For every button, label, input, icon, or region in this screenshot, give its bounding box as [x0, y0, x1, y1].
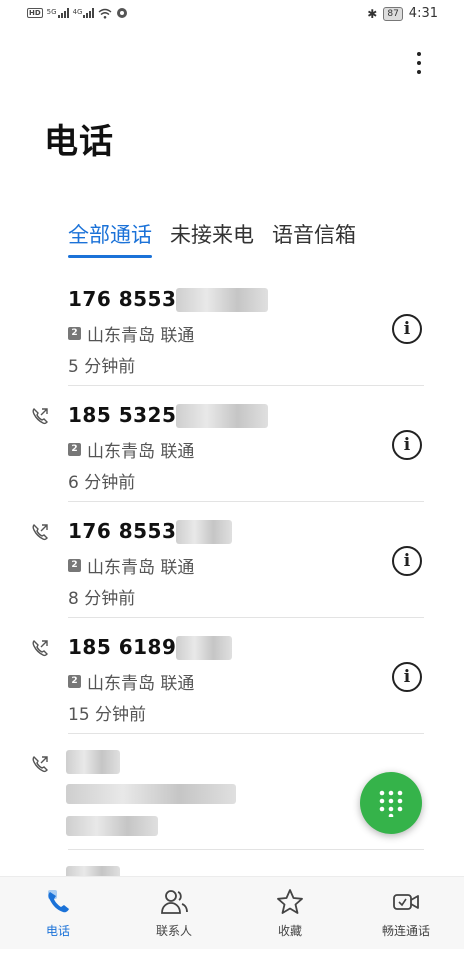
tab-missed-calls[interactable]: 未接来电 — [170, 219, 254, 258]
tab-bar: 全部通话 未接来电 语音信箱 — [68, 219, 356, 258]
location-text: 山东青岛 联通 — [87, 326, 195, 346]
call-time: 5 分钟前 — [68, 357, 136, 377]
phone-icon — [48, 890, 69, 913]
redacted-location — [66, 784, 236, 804]
outgoing-call-icon — [32, 524, 48, 541]
contacts-icon — [161, 890, 188, 914]
sim-card-icon: 2 — [68, 559, 81, 572]
status-bar: HD 5G 4G ✱ 87 4:31 — [0, 0, 464, 30]
sim-card-icon: 2 — [68, 675, 81, 688]
page-title: 电话 — [44, 122, 114, 162]
signal-5g-icon: 5G — [47, 8, 69, 18]
phone-number: 176 8553 — [68, 287, 177, 311]
location-text: 山东青岛 联通 — [87, 558, 195, 578]
info-icon[interactable]: i — [392, 662, 422, 692]
hd-icon: HD — [27, 8, 43, 18]
call-log-row[interactable]: 176 8553 2 山东青岛 联通 8 分钟前 i — [0, 502, 464, 618]
call-log-list: 176 8553 2 山东青岛 联通 5 分钟前 i 185 5325 2 山东… — [0, 270, 464, 966]
nav-phone[interactable]: 电话 — [0, 877, 116, 949]
bottom-navigation: 电话 联系人 收藏 畅连通话 — [0, 876, 464, 949]
star-icon — [277, 889, 303, 914]
call-log-row[interactable]: 185 5325 2 山东青岛 联通 6 分钟前 i — [0, 386, 464, 502]
video-call-icon — [393, 894, 419, 910]
wifi-icon — [99, 8, 112, 19]
tab-voicemail[interactable]: 语音信箱 — [272, 219, 356, 258]
status-time: 4:31 — [408, 6, 438, 21]
call-time: 8 分钟前 — [68, 589, 136, 609]
sim-card-icon: 2 — [68, 443, 81, 456]
phone-number: 185 5325 — [68, 403, 177, 427]
call-time: 15 分钟前 — [68, 705, 147, 725]
call-log-row[interactable]: 176 8553 2 山东青岛 联通 5 分钟前 i — [0, 270, 464, 386]
location-text: 山东青岛 联通 — [87, 674, 195, 694]
call-log-row[interactable]: 185 6189 2 山东青岛 联通 15 分钟前 i — [0, 618, 464, 734]
dialpad-button[interactable] — [360, 772, 422, 834]
redacted-time — [66, 816, 158, 836]
info-icon[interactable]: i — [392, 314, 422, 344]
redacted-number — [66, 750, 120, 774]
redacted-digits — [176, 404, 268, 428]
status-left: HD 5G 4G — [27, 7, 128, 19]
info-icon[interactable]: i — [392, 430, 422, 460]
dialpad-icon — [379, 790, 403, 817]
call-location: 2 山东青岛 联通 — [68, 437, 194, 462]
outgoing-call-icon — [32, 408, 48, 425]
phone-number: 185 6189 — [68, 635, 177, 659]
battery-indicator: 87 — [383, 6, 403, 21]
call-time: 6 分钟前 — [68, 473, 136, 493]
status-right: ✱ 87 4:31 — [367, 6, 438, 21]
app-icon — [117, 8, 128, 18]
nav-contacts[interactable]: 联系人 — [116, 877, 232, 949]
location-text: 山东青岛 联通 — [87, 442, 195, 462]
outgoing-call-icon — [32, 756, 48, 773]
more-options-icon[interactable] — [416, 52, 422, 78]
call-location: 2 山东青岛 联通 — [68, 553, 194, 578]
signal-4g-icon: 4G — [73, 8, 95, 18]
redacted-digits — [176, 288, 268, 312]
redacted-digits — [176, 636, 232, 660]
call-location: 2 山东青岛 联通 — [68, 669, 194, 694]
call-location: 2 山东青岛 联通 — [68, 321, 194, 346]
tab-all-calls[interactable]: 全部通话 — [68, 219, 152, 258]
bluetooth-icon: ✱ — [367, 6, 378, 21]
outgoing-call-icon — [32, 640, 48, 657]
redacted-digits — [176, 520, 232, 544]
info-icon[interactable]: i — [392, 546, 422, 576]
nav-meetime[interactable]: 畅连通话 — [348, 877, 464, 949]
phone-number: 176 8553 — [68, 519, 177, 543]
sim-card-icon: 2 — [68, 327, 81, 340]
nav-favorites[interactable]: 收藏 — [232, 877, 348, 949]
